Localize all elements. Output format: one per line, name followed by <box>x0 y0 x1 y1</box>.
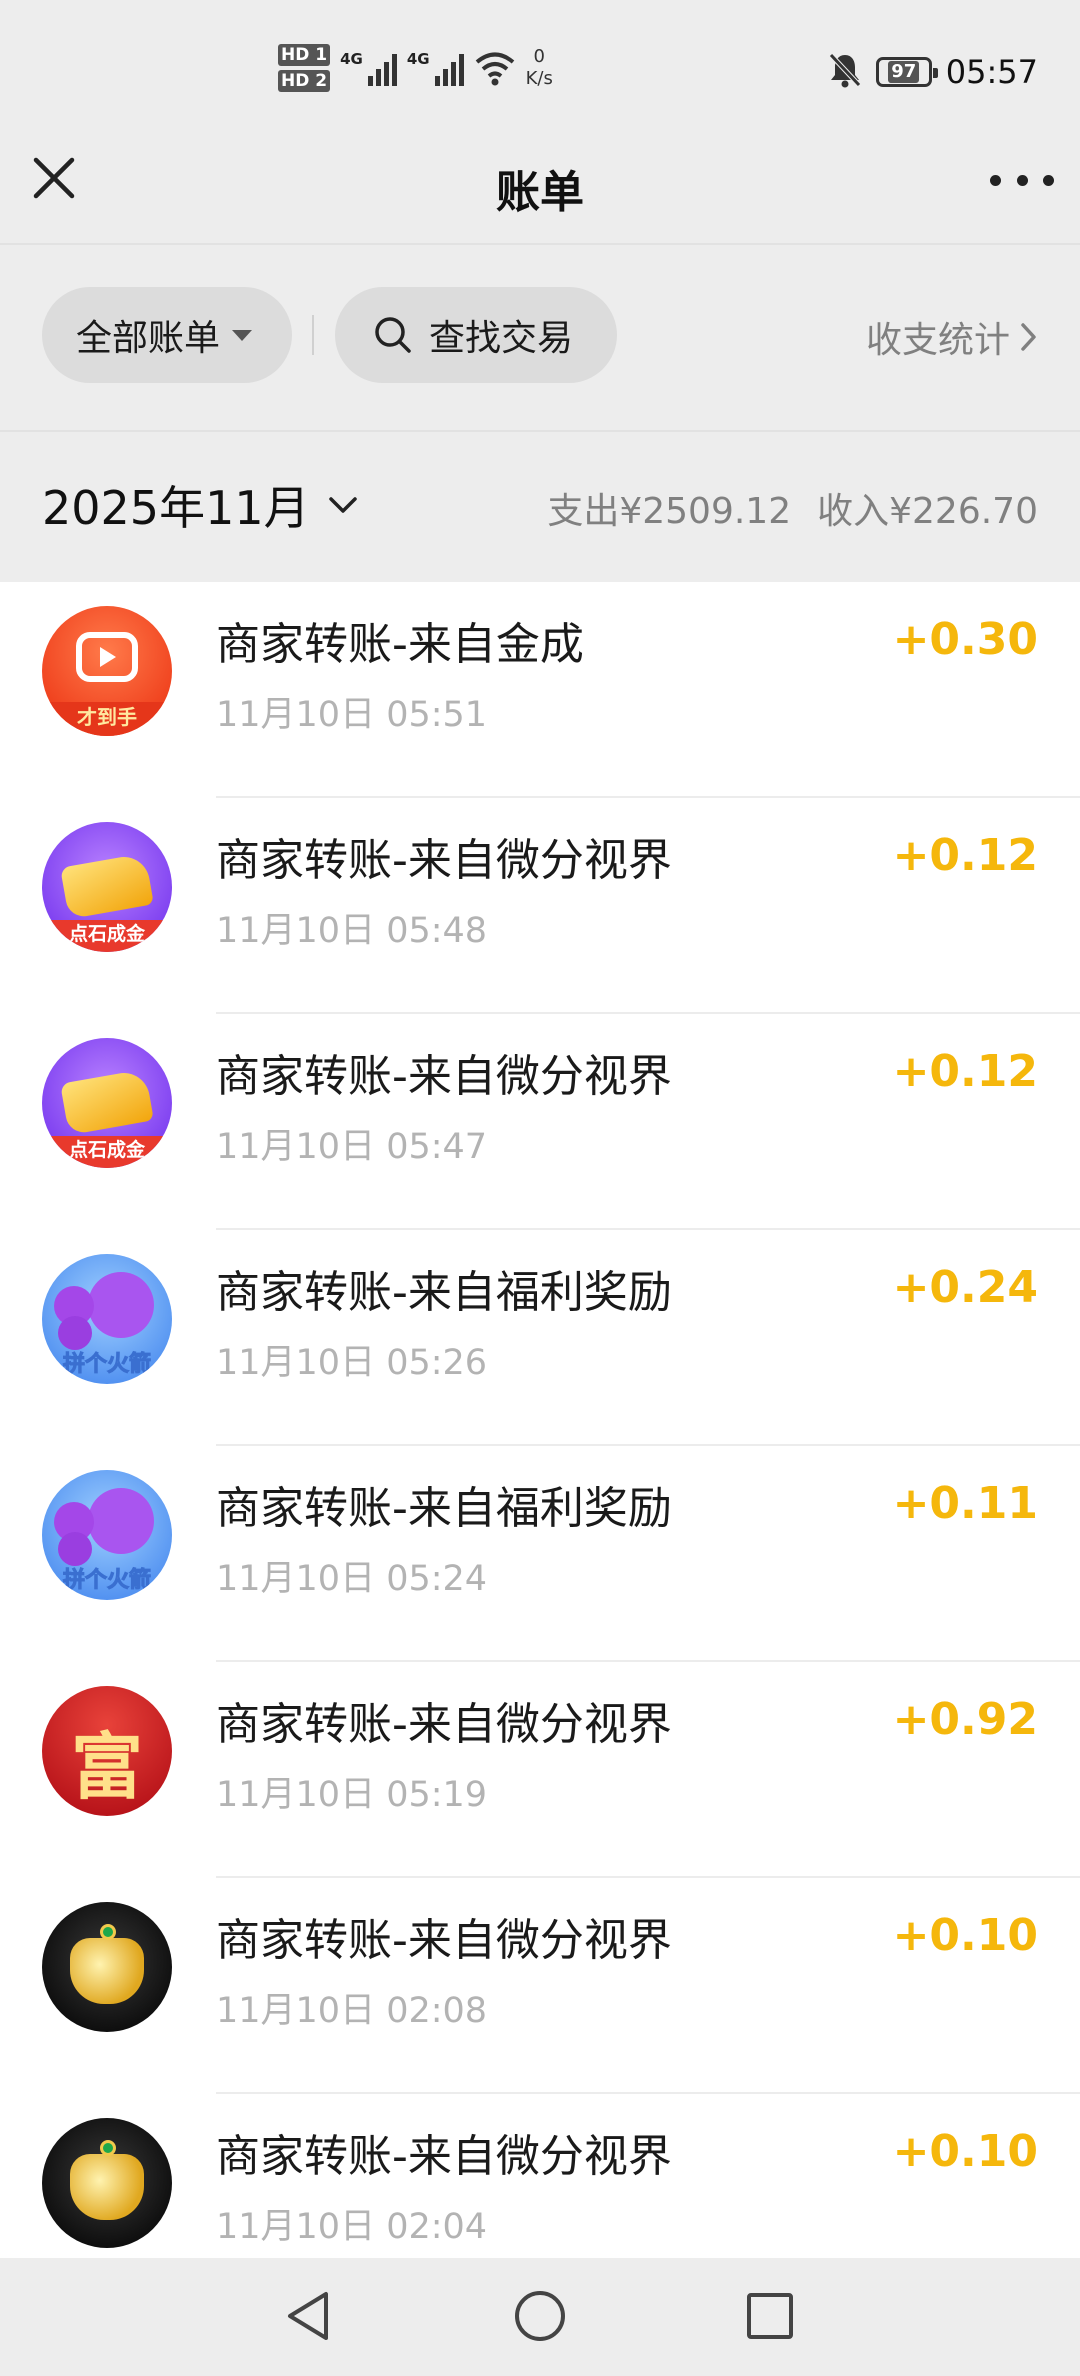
transaction-title: 商家转账-来自福利奖励 <box>216 1483 672 1534</box>
speed-value: 0 <box>533 46 545 67</box>
purple-blob-icon: 拼个火箭 <box>42 1470 172 1600</box>
back-button[interactable] <box>276 2284 340 2348</box>
income-expense-stats-link[interactable]: 收支统计 <box>866 311 1038 363</box>
sim2-hd-badge: HD 2 <box>278 70 331 92</box>
stats-label: 收支统计 <box>865 320 1010 361</box>
transaction-amount: +0.12 <box>892 1046 1038 1097</box>
month-selector[interactable]: 2025年11月 <box>42 472 358 538</box>
transaction-row[interactable]: 点石成金 商家转账-来自微分视界 11月10日 05:48 +0.12 <box>0 798 1080 1014</box>
transaction-amount: +0.11 <box>892 1478 1038 1529</box>
network-type-1: 4G <box>340 50 363 68</box>
transaction-row[interactable]: 点石成金 商家转账-来自微分视界 11月10日 05:47 +0.12 <box>0 1014 1080 1230</box>
video-app-icon: 才到手 <box>42 606 172 736</box>
recents-button[interactable] <box>738 2284 802 2348</box>
transaction-row[interactable]: 拼个火箭 商家转账-来自福利奖励 11月10日 05:26 +0.24 <box>0 1230 1080 1446</box>
transaction-amount: +0.12 <box>892 830 1038 881</box>
transaction-title: 商家转账-来自微分视界 <box>216 2131 672 2182</box>
recents-square-icon <box>747 2293 793 2339</box>
battery-icon: 97 <box>875 57 938 87</box>
avatar-caption: 点石成金 <box>42 920 172 952</box>
transaction-time: 11月10日 05:51 <box>216 695 488 735</box>
home-circle-icon <box>515 2291 565 2341</box>
signal-1-icon: 4G <box>340 50 397 86</box>
status-left: HD 1 HD 2 4G 4G 0 K/s <box>278 44 553 92</box>
filter-divider <box>312 315 314 355</box>
transaction-title: 商家转账-来自微分视界 <box>216 835 672 886</box>
network-type-2: 4G <box>406 50 430 68</box>
transaction-row[interactable]: 拼个火箭 商家转账-来自福利奖励 11月10日 05:24 +0.11 <box>0 1446 1080 1662</box>
transaction-amount: +0.10 <box>892 1910 1038 1961</box>
network-speed: 0 K/s <box>526 46 553 90</box>
battery-level: 97 <box>888 61 920 83</box>
transaction-row[interactable]: 商家转账-来自微分视界 11月10日 02:04 +0.10 <box>0 2094 1080 2258</box>
transaction-time: 11月10日 05:47 <box>216 1127 488 1167</box>
avatar-caption: 富 <box>70 1724 143 1809</box>
bell-muted-icon <box>828 52 862 92</box>
wifi-icon <box>474 47 516 89</box>
gold-lock-icon <box>42 2118 172 2248</box>
avatar-caption: 点石成金 <box>42 1136 172 1168</box>
signal-2-icon: 4G <box>407 50 464 86</box>
page-title: 账单 <box>496 167 584 218</box>
title-bar: 账单 <box>0 120 1080 244</box>
transaction-title: 商家转账-来自微分视界 <box>216 1699 672 1750</box>
income-total: 收入¥226.70 <box>817 491 1038 532</box>
search-label: 查找交易 <box>429 318 574 359</box>
transaction-amount: +0.92 <box>892 1694 1038 1745</box>
transaction-time: 11月10日 05:26 <box>216 1343 488 1383</box>
avatar-caption: 拼个火箭 <box>62 1568 151 1594</box>
transaction-title: 商家转账-来自微分视界 <box>216 1915 672 1966</box>
caret-down-icon <box>232 329 253 341</box>
speed-unit: K/s <box>525 68 553 89</box>
status-right: 97 05:57 <box>828 52 1038 92</box>
transaction-amount: +0.24 <box>892 1262 1038 1313</box>
transaction-title: 商家转账-来自金成 <box>216 619 584 670</box>
all-bills-dropdown[interactable]: 全部账单 <box>42 287 292 383</box>
gold-lock-icon <box>42 1902 172 2032</box>
transaction-time: 11月10日 02:04 <box>216 2207 488 2247</box>
gold-stone-icon: 点石成金 <box>42 1038 172 1168</box>
avatar-caption: 才到手 <box>42 702 172 736</box>
clock: 05:57 <box>945 53 1038 91</box>
transaction-row[interactable]: 才到手 商家转账-来自金成 11月10日 05:51 +0.30 <box>0 582 1080 798</box>
transaction-amount: +0.10 <box>892 2126 1038 2177</box>
transaction-time: 11月10日 02:08 <box>216 1991 488 2031</box>
filter-bar: 全部账单 查找交易 收支统计 <box>0 245 1080 430</box>
more-dot-icon <box>1016 174 1028 186</box>
transaction-title: 商家转账-来自福利奖励 <box>216 1267 672 1318</box>
sim-indicators: HD 1 HD 2 <box>278 44 331 92</box>
back-triangle-icon <box>288 2292 328 2340</box>
transaction-row[interactable]: 商家转账-来自微分视界 11月10日 02:08 +0.10 <box>0 1878 1080 2094</box>
expense-total: 支出¥2509.12 <box>547 491 792 532</box>
more-dot-icon <box>990 174 1001 186</box>
system-navigation-bar <box>0 2258 1080 2376</box>
all-bills-label: 全部账单 <box>76 318 221 359</box>
more-options-button[interactable] <box>990 160 1054 200</box>
month-label: 2025年11月 <box>42 481 310 535</box>
transaction-time: 11月10日 05:24 <box>216 1559 488 1599</box>
fu-character-icon: 富 <box>42 1686 172 1816</box>
gold-stone-icon: 点石成金 <box>42 822 172 952</box>
search-icon <box>375 317 411 353</box>
chevron-right-icon <box>1021 323 1036 351</box>
search-transactions-button[interactable]: 查找交易 <box>335 287 617 383</box>
purple-blob-icon: 拼个火箭 <box>42 1254 172 1384</box>
transaction-title: 商家转账-来自微分视界 <box>216 1051 672 1102</box>
transaction-time: 11月10日 05:48 <box>216 911 488 951</box>
transaction-list: 才到手 商家转账-来自金成 11月10日 05:51 +0.30 点石成金 商家… <box>0 582 1080 2258</box>
transaction-time: 11月10日 05:19 <box>216 1775 488 1815</box>
home-button[interactable] <box>508 2284 572 2348</box>
month-summary: 支出¥2509.12 收入¥226.70 <box>547 482 1038 534</box>
month-header: 2025年11月 支出¥2509.12 收入¥226.70 <box>0 430 1080 582</box>
avatar-caption: 拼个火箭 <box>62 1352 151 1378</box>
chevron-down-icon <box>328 497 357 513</box>
transaction-amount: +0.30 <box>892 614 1038 665</box>
sim1-hd-badge: HD 1 <box>278 44 331 66</box>
more-dot-icon <box>1043 174 1054 186</box>
transaction-row[interactable]: 富 商家转账-来自微分视界 11月10日 05:19 +0.92 <box>0 1662 1080 1878</box>
